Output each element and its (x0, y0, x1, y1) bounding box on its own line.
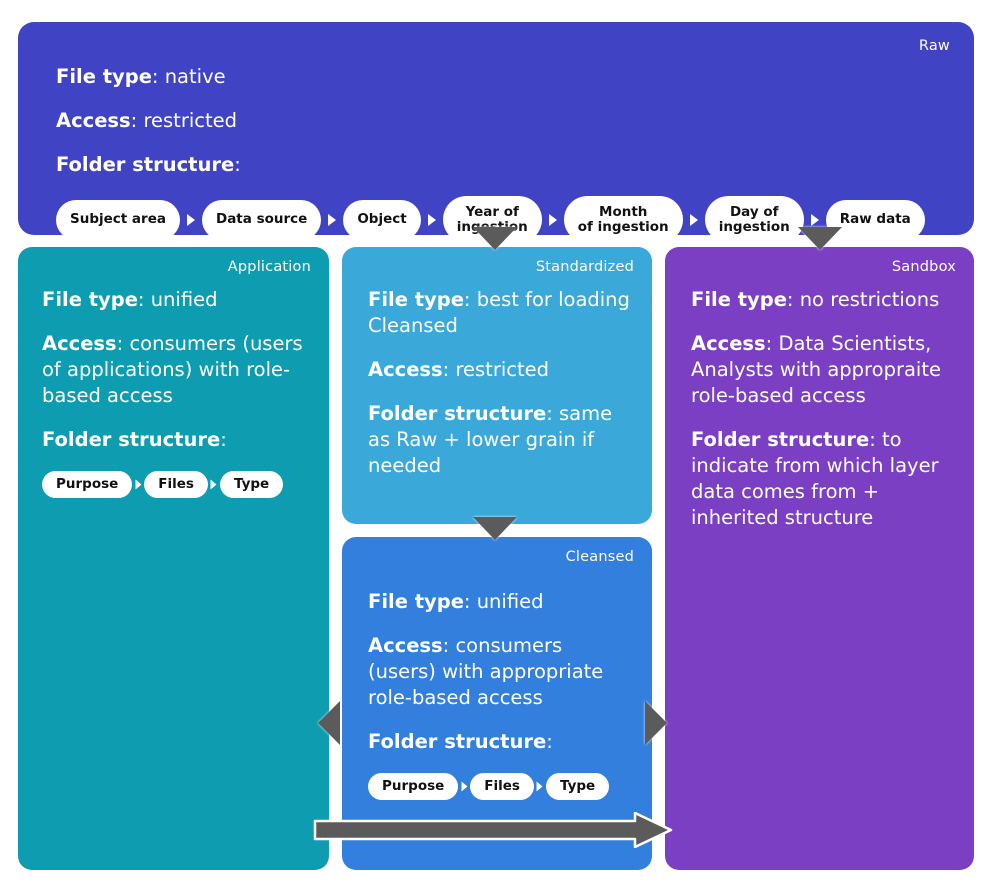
layer-title-standardized: Standardized (535, 259, 634, 275)
layer-body-application: File type: unified Access: consumers (us… (42, 287, 309, 498)
cleansed-folder-label: Folder structure (368, 730, 547, 753)
cleansed-access-line: Access: consumers (users) with appropria… (368, 634, 604, 709)
cleansed-access-label: Access (368, 634, 443, 657)
chip-type[interactable]: Type (545, 773, 610, 800)
chip-files[interactable]: Files (144, 471, 208, 498)
chevron-right-icon (421, 213, 443, 227)
layer-panel-application: Application File type: unified Access: c… (18, 247, 329, 870)
chip-purpose[interactable]: Purpose (42, 471, 133, 498)
raw-file-type-value: native (164, 65, 226, 88)
raw-file-type-label: File type (56, 65, 152, 88)
arrow-down-icon-standardized-to-cleansed (473, 517, 517, 540)
application-file-type-value: unified (150, 288, 218, 311)
application-file-type-line: File type: unified (42, 288, 218, 311)
raw-access-line: Access: restricted (56, 109, 238, 132)
chip-month-of-ingestion[interactable]: Month of ingestion (563, 196, 683, 243)
chevron-right-icon (180, 213, 202, 227)
sandbox-access-label: Access (691, 332, 766, 355)
chevron-right-icon (804, 213, 826, 227)
standardized-access-value: restricted (455, 358, 550, 381)
chevron-right-icon (534, 781, 546, 792)
arrow-down-icon-raw-to-sandbox (798, 227, 842, 250)
application-folder-chip-row: Purpose Files Type (42, 471, 309, 498)
application-access-label: Access (42, 332, 117, 355)
cleansed-folder-line: Folder structure: (368, 730, 553, 753)
standardized-file-type-line: File type: best for loading Cleansed (368, 288, 630, 337)
chevron-right-icon (683, 213, 705, 227)
chevron-right-icon (132, 479, 144, 490)
standardized-file-type-label: File type (368, 288, 464, 311)
layer-panel-standardized: Standardized File type: best for loading… (342, 247, 652, 524)
layer-title-sandbox: Sandbox (891, 259, 956, 275)
layer-title-cleansed: Cleansed (565, 549, 634, 565)
cleansed-file-type-value: unified (476, 590, 544, 613)
cleansed-folder-chip-row: Purpose Files Type (368, 773, 636, 800)
layer-body-cleansed: File type: unified Access: consumers (us… (368, 589, 636, 800)
arrow-left-icon-cleansed-to-application (318, 701, 340, 745)
sandbox-file-type-value: no restrictions (799, 288, 940, 311)
raw-file-type-line: File type: native (56, 65, 226, 88)
layer-panel-raw: Raw File type: native Access: restricted… (18, 22, 974, 243)
layer-panel-sandbox: Sandbox File type: no restrictions Acces… (665, 247, 974, 870)
sandbox-folder-label: Folder structure (691, 428, 870, 451)
diagram-canvas: Raw File type: native Access: restricted… (0, 0, 992, 880)
chevron-right-icon (458, 781, 470, 792)
application-folder-line: Folder structure: (42, 428, 227, 451)
standardized-folder-label: Folder structure (368, 402, 547, 425)
layer-title-application: Application (227, 259, 311, 275)
sandbox-folder-line: Folder structure: to indicate from which… (691, 428, 939, 529)
layer-body-standardized: File type: best for loading Cleansed Acc… (368, 287, 636, 479)
chevron-right-icon (542, 213, 564, 227)
application-file-type-label: File type (42, 288, 138, 311)
arrow-right-icon-cleansed-to-sandbox (645, 701, 667, 745)
cleansed-file-type-label: File type (368, 590, 464, 613)
raw-access-value: restricted (143, 109, 238, 132)
raw-access-label: Access (56, 109, 131, 132)
chevron-right-icon (321, 213, 343, 227)
standardized-access-label: Access (368, 358, 443, 381)
standardized-folder-line: Folder structure: same as Raw + lower gr… (368, 402, 613, 477)
sandbox-access-line: Access: Data Scientists, Analysts with a… (691, 332, 941, 407)
standardized-access-line: Access: restricted (368, 358, 550, 381)
sandbox-file-type-label: File type (691, 288, 787, 311)
chevron-right-icon (208, 479, 220, 490)
sandbox-file-type-line: File type: no restrictions (691, 288, 940, 311)
cleansed-file-type-line: File type: unified (368, 590, 544, 613)
layer-body-raw: File type: native Access: restricted Fol… (56, 64, 944, 243)
layer-body-sandbox: File type: no restrictions Access: Data … (691, 287, 960, 531)
long-arrow-right-icon-cleansed-to-sandbox (313, 812, 673, 848)
chip-data-source[interactable]: Data source (201, 199, 322, 240)
raw-folder-label: Folder structure (56, 153, 235, 176)
chip-type[interactable]: Type (219, 471, 284, 498)
layer-title-raw: Raw (918, 38, 950, 54)
chip-day-of-ingestion[interactable]: Day of ingestion (704, 196, 804, 243)
application-folder-label: Folder structure (42, 428, 221, 451)
raw-folder-line: Folder structure: (56, 153, 241, 176)
application-access-line: Access: consumers (users of applications… (42, 332, 303, 407)
chip-object[interactable]: Object (343, 199, 421, 240)
chip-purpose[interactable]: Purpose (368, 773, 459, 800)
chip-subject-area[interactable]: Subject area (56, 199, 180, 240)
chip-files[interactable]: Files (470, 773, 534, 800)
arrow-down-icon-raw-to-standardized (473, 227, 517, 250)
